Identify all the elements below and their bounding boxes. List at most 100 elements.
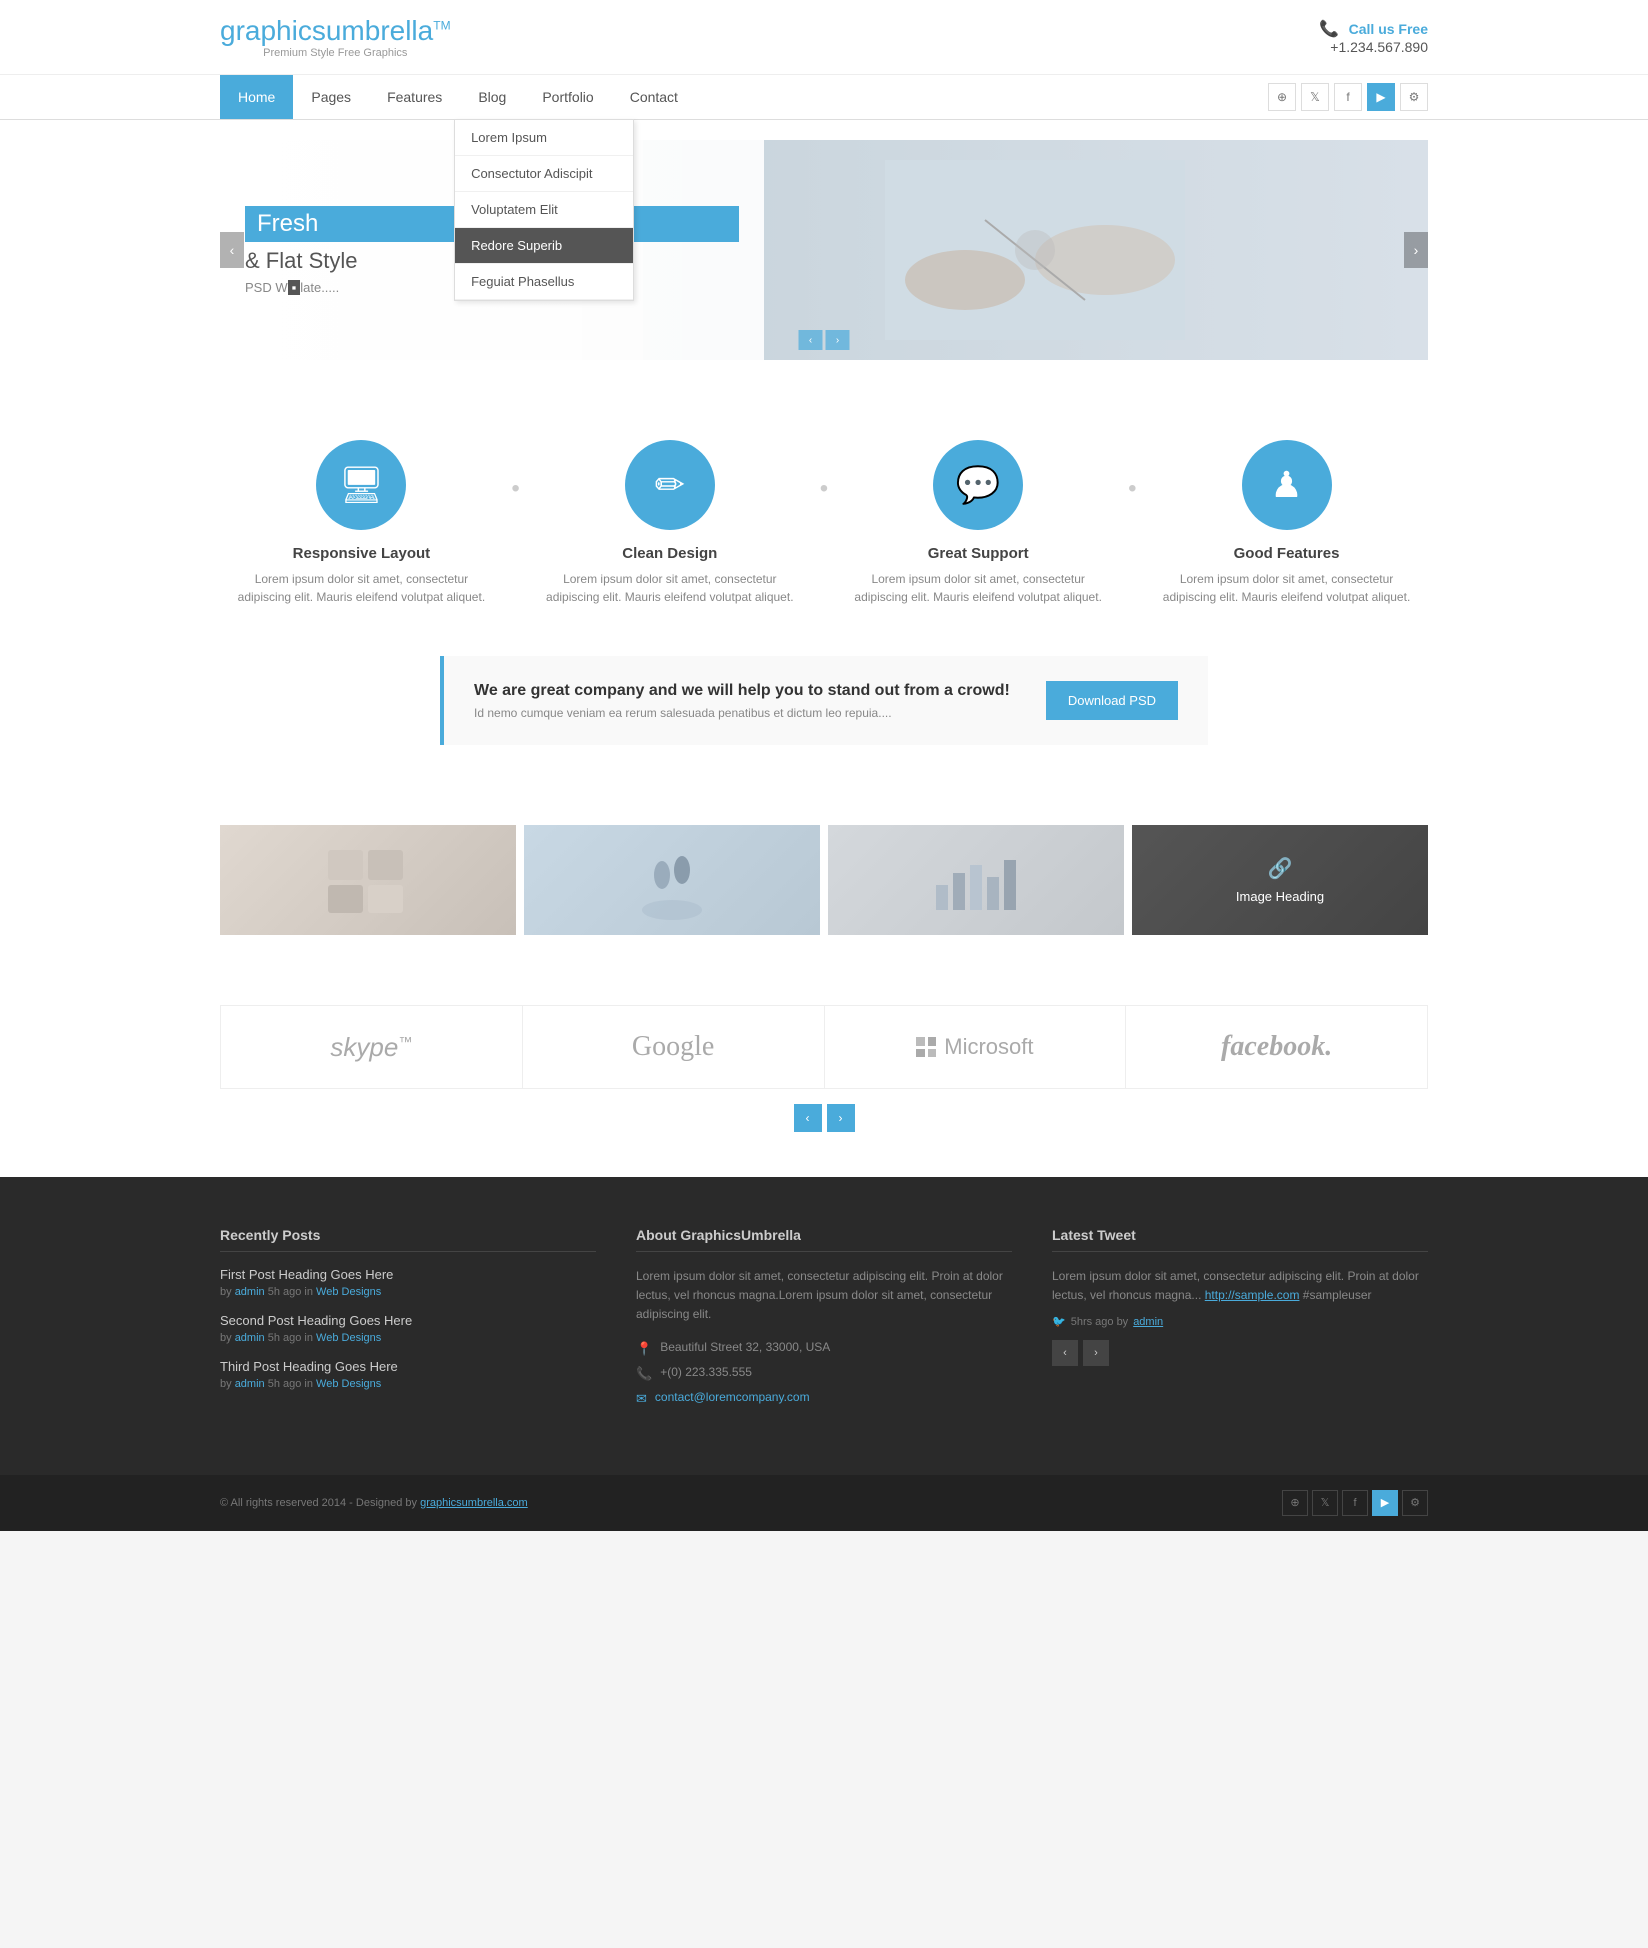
nav-pages[interactable]: Pages [293,75,369,119]
puzzle-illustration [318,840,418,920]
gallery-grid: 🔗 Image Heading [220,825,1428,935]
gallery-item-3[interactable] [828,825,1124,935]
footer-phone-text: +(0) 223.335.555 [660,1365,752,1379]
feature-support-title: Great Support [845,545,1111,562]
post-1-meta: by admin 5h ago in Web Designs [220,1286,596,1298]
feature-dot-3: • [1128,475,1136,503]
phone-icon: 📞 [1319,21,1339,38]
tweet-author-link[interactable]: admin [1133,1316,1163,1328]
latest-tweet-heading: Latest Tweet [1052,1227,1428,1252]
partner-microsoft: Microsoft [825,1006,1127,1088]
footer-twitter-icon[interactable]: 𝕏 [1312,1490,1338,1516]
dropdown-voluptatem[interactable]: Voluptatem Elit [455,192,633,228]
nav-social: ⊕ 𝕏 f ▶ ⚙ [1268,83,1428,111]
footer-address: 📍 Beautiful Street 32, 33000, USA [636,1340,1012,1357]
nav-home[interactable]: Home [220,75,293,119]
logo-tagline: Premium Style Free Graphics [220,47,451,59]
footer-settings-icon[interactable]: ⚙ [1402,1490,1428,1516]
navbar: Home Pages Features Lorem Ipsum Consectu… [0,75,1648,120]
post-2-author-link[interactable]: admin [235,1332,265,1344]
post-1-time: 5h ago in [268,1286,316,1298]
microsoft-logo: Microsoft [916,1034,1033,1060]
social-settings-icon[interactable]: ⚙ [1400,83,1428,111]
feature-dot-1: • [511,475,519,503]
nav-features[interactable]: Features Lorem Ipsum Consectutor Adiscip… [369,75,460,119]
feature-clean-desc: Lorem ipsum dolor sit amet, consectetur … [537,570,803,606]
social-twitter-icon[interactable]: 𝕏 [1301,83,1329,111]
feature-good: ♟ Good Features Lorem ipsum dolor sit am… [1154,440,1420,606]
slider-prev-arrow[interactable]: ‹ [220,232,244,268]
footer-post-3: Third Post Heading Goes Here by admin 5h… [220,1359,596,1390]
phone-footer-icon: 📞 [636,1366,652,1382]
social-facebook-icon[interactable]: f [1334,83,1362,111]
feature-clean-circle: ✏ [625,440,715,530]
microsoft-grid-icon [916,1037,936,1057]
logo-text: graphicsumbrellaTM [220,15,451,47]
call-free-label: Call us Free [1349,21,1428,37]
tweet-link[interactable]: http://sample.com [1205,1288,1300,1302]
post-3-by: by [220,1378,235,1390]
partner-facebook: facebook. [1126,1006,1427,1088]
post-3-time: 5h ago in [268,1378,316,1390]
tweet-prev-button[interactable]: ‹ [1052,1340,1078,1366]
twitter-bird-icon: 🐦 [1052,1315,1066,1328]
slider-dot-prev[interactable]: ‹ [799,330,823,350]
nav-portfolio[interactable]: Portfolio [524,75,611,119]
footer-facebook-icon[interactable]: f [1342,1490,1368,1516]
nav-blog[interactable]: Blog [460,75,524,119]
post-2-category-link[interactable]: Web Designs [316,1332,381,1344]
feature-support-desc: Lorem ipsum dolor sit amet, consectetur … [845,570,1111,606]
partners-next-button[interactable]: › [827,1104,855,1132]
footer: Recently Posts First Post Heading Goes H… [0,1177,1648,1475]
chart-illustration [931,845,1021,915]
slider-dots: ‹ › [799,330,850,350]
post-3-category-link[interactable]: Web Designs [316,1378,381,1390]
slider-dot-next[interactable]: › [826,330,850,350]
gallery-section: 🔗 Image Heading [0,785,1648,975]
footer-recently-posts: Recently Posts First Post Heading Goes H… [220,1227,596,1415]
nav-contact[interactable]: Contact [612,75,696,119]
footer-rss-icon[interactable]: ⊕ [1282,1490,1308,1516]
post-1-author-link[interactable]: admin [235,1286,265,1298]
feature-dot-2: • [820,475,828,503]
header: graphicsumbrellaTM Premium Style Free Gr… [0,0,1648,75]
email-icon: ✉ [636,1391,647,1407]
meeting-illustration [632,840,712,920]
footer-bottom: © All rights reserved 2014 - Designed by… [0,1475,1648,1531]
gallery-item-dark[interactable]: 🔗 Image Heading [1132,825,1428,935]
dropdown-consectutor[interactable]: Consectutor Adiscipit [455,156,633,192]
gallery-item-2[interactable] [524,825,820,935]
feature-clean-title: Clean Design [537,545,803,562]
dropdown-lorem-ipsum[interactable]: Lorem Ipsum [455,120,633,156]
social-vimeo-icon[interactable]: ▶ [1367,83,1395,111]
dropdown-redore[interactable]: Redore Superib [455,228,633,264]
footer-vimeo-icon[interactable]: ▶ [1372,1490,1398,1516]
feature-responsive-title: Responsive Layout [229,545,495,562]
chat-icon: 💬 [956,464,1001,506]
footer-brand-link[interactable]: graphicsumbrella.com [420,1497,528,1509]
copyright-text: © All rights reserved 2014 - Designed by… [220,1497,528,1509]
address-icon: 📍 [636,1341,652,1357]
slider-next-arrow[interactable]: › [1404,232,1428,268]
feature-clean: ✏ Clean Design Lorem ipsum dolor sit ame… [537,440,803,606]
post-3-title: Third Post Heading Goes Here [220,1359,596,1374]
tweet-time: 5hrs ago by [1071,1316,1128,1328]
feature-responsive: 🖥 Responsive Layout Lorem ipsum dolor si… [229,440,495,606]
about-heading: About GraphicsUmbrella [636,1227,1012,1252]
dropdown-feguiat[interactable]: Feguiat Phasellus [455,264,633,300]
call-label: 📞 Call us Free [1319,19,1428,39]
partners-prev-button[interactable]: ‹ [794,1104,822,1132]
post-3-author-link[interactable]: admin [235,1378,265,1390]
partner-google: Google [523,1006,825,1088]
post-1-category-link[interactable]: Web Designs [316,1286,381,1298]
gallery-item-1[interactable] [220,825,516,935]
post-1-title: First Post Heading Goes Here [220,1267,596,1282]
feature-support-circle: 💬 [933,440,1023,530]
post-1-by: by [220,1286,235,1298]
footer-post-2: Second Post Heading Goes Here by admin 5… [220,1313,596,1344]
tweet-next-button[interactable]: › [1083,1340,1109,1366]
footer-email-link[interactable]: contact@loremcompany.com [655,1390,810,1404]
social-rss-icon[interactable]: ⊕ [1268,83,1296,111]
download-psd-button[interactable]: Download PSD [1046,681,1178,720]
nav-items: Home Pages Features Lorem Ipsum Consectu… [220,75,1268,119]
